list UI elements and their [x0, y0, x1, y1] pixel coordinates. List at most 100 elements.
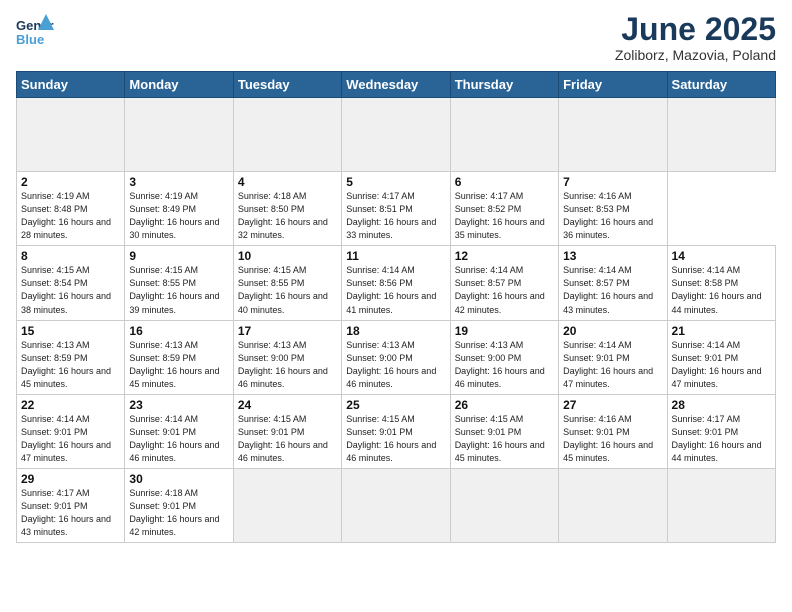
table-row — [233, 468, 341, 542]
table-row: 21 Sunrise: 4:14 AMSunset: 9:01 PMDaylig… — [667, 320, 775, 394]
table-row: 2 Sunrise: 4:19 AMSunset: 8:48 PMDayligh… — [17, 172, 125, 246]
day-number: 24 — [238, 398, 337, 412]
table-row: 12 Sunrise: 4:14 AMSunset: 8:57 PMDaylig… — [450, 246, 558, 320]
day-number: 3 — [129, 175, 228, 189]
table-row: 8 Sunrise: 4:15 AMSunset: 8:54 PMDayligh… — [17, 246, 125, 320]
col-saturday: Saturday — [667, 72, 775, 98]
title-block: June 2025 Zoliborz, Mazovia, Poland — [615, 12, 776, 63]
day-number: 20 — [563, 324, 662, 338]
table-row — [342, 98, 450, 172]
day-number: 9 — [129, 249, 228, 263]
table-row — [342, 468, 450, 542]
calendar-header-row: Sunday Monday Tuesday Wednesday Thursday… — [17, 72, 776, 98]
table-row: 17 Sunrise: 4:13 AMSunset: 9:00 PMDaylig… — [233, 320, 341, 394]
table-row: 9 Sunrise: 4:15 AMSunset: 8:55 PMDayligh… — [125, 246, 233, 320]
calendar-week-row: 15 Sunrise: 4:13 AMSunset: 8:59 PMDaylig… — [17, 320, 776, 394]
day-info: Sunrise: 4:15 AMSunset: 8:55 PMDaylight:… — [129, 264, 228, 316]
day-number: 12 — [455, 249, 554, 263]
day-number: 8 — [21, 249, 120, 263]
table-row: 19 Sunrise: 4:13 AMSunset: 9:00 PMDaylig… — [450, 320, 558, 394]
col-monday: Monday — [125, 72, 233, 98]
day-number: 15 — [21, 324, 120, 338]
col-wednesday: Wednesday — [342, 72, 450, 98]
table-row: 25 Sunrise: 4:15 AMSunset: 9:01 PMDaylig… — [342, 394, 450, 468]
day-info: Sunrise: 4:19 AMSunset: 8:49 PMDaylight:… — [129, 190, 228, 242]
table-row — [233, 98, 341, 172]
table-row: 6 Sunrise: 4:17 AMSunset: 8:52 PMDayligh… — [450, 172, 558, 246]
logo-icon: General Blue — [16, 12, 54, 50]
table-row: 3 Sunrise: 4:19 AMSunset: 8:49 PMDayligh… — [125, 172, 233, 246]
table-row — [559, 98, 667, 172]
day-number: 29 — [21, 472, 120, 486]
day-number: 27 — [563, 398, 662, 412]
calendar-week-row: 8 Sunrise: 4:15 AMSunset: 8:54 PMDayligh… — [17, 246, 776, 320]
day-info: Sunrise: 4:17 AMSunset: 9:01 PMDaylight:… — [672, 413, 771, 465]
table-row — [17, 98, 125, 172]
day-number: 25 — [346, 398, 445, 412]
header: General Blue June 2025 Zoliborz, Mazovia… — [16, 12, 776, 63]
day-number: 11 — [346, 249, 445, 263]
table-row: 7 Sunrise: 4:16 AMSunset: 8:53 PMDayligh… — [559, 172, 667, 246]
day-number: 4 — [238, 175, 337, 189]
table-row: 15 Sunrise: 4:13 AMSunset: 8:59 PMDaylig… — [17, 320, 125, 394]
table-row: 14 Sunrise: 4:14 AMSunset: 8:58 PMDaylig… — [667, 246, 775, 320]
day-number: 6 — [455, 175, 554, 189]
table-row: 22 Sunrise: 4:14 AMSunset: 9:01 PMDaylig… — [17, 394, 125, 468]
table-row: 26 Sunrise: 4:15 AMSunset: 9:01 PMDaylig… — [450, 394, 558, 468]
day-number: 21 — [672, 324, 771, 338]
main-title: June 2025 — [615, 12, 776, 47]
table-row — [450, 98, 558, 172]
calendar-week-row: 2 Sunrise: 4:19 AMSunset: 8:48 PMDayligh… — [17, 172, 776, 246]
table-row: 20 Sunrise: 4:14 AMSunset: 9:01 PMDaylig… — [559, 320, 667, 394]
table-row: 11 Sunrise: 4:14 AMSunset: 8:56 PMDaylig… — [342, 246, 450, 320]
table-row — [667, 468, 775, 542]
calendar-week-row — [17, 98, 776, 172]
day-number: 5 — [346, 175, 445, 189]
day-number: 22 — [21, 398, 120, 412]
table-row — [667, 98, 775, 172]
day-info: Sunrise: 4:15 AMSunset: 8:55 PMDaylight:… — [238, 264, 337, 316]
day-info: Sunrise: 4:14 AMSunset: 9:01 PMDaylight:… — [563, 339, 662, 391]
day-number: 18 — [346, 324, 445, 338]
day-info: Sunrise: 4:17 AMSunset: 8:51 PMDaylight:… — [346, 190, 445, 242]
logo: General Blue — [16, 12, 54, 50]
day-info: Sunrise: 4:14 AMSunset: 8:56 PMDaylight:… — [346, 264, 445, 316]
table-row: 5 Sunrise: 4:17 AMSunset: 8:51 PMDayligh… — [342, 172, 450, 246]
day-number: 17 — [238, 324, 337, 338]
table-row — [559, 468, 667, 542]
day-info: Sunrise: 4:15 AMSunset: 9:01 PMDaylight:… — [238, 413, 337, 465]
table-row — [450, 468, 558, 542]
day-info: Sunrise: 4:14 AMSunset: 9:01 PMDaylight:… — [129, 413, 228, 465]
day-info: Sunrise: 4:14 AMSunset: 9:01 PMDaylight:… — [672, 339, 771, 391]
col-friday: Friday — [559, 72, 667, 98]
day-info: Sunrise: 4:15 AMSunset: 9:01 PMDaylight:… — [455, 413, 554, 465]
calendar-week-row: 29 Sunrise: 4:17 AMSunset: 9:01 PMDaylig… — [17, 468, 776, 542]
table-row: 30 Sunrise: 4:18 AMSunset: 9:01 PMDaylig… — [125, 468, 233, 542]
table-row: 23 Sunrise: 4:14 AMSunset: 9:01 PMDaylig… — [125, 394, 233, 468]
day-info: Sunrise: 4:17 AMSunset: 8:52 PMDaylight:… — [455, 190, 554, 242]
svg-text:Blue: Blue — [16, 32, 44, 47]
calendar-table: Sunday Monday Tuesday Wednesday Thursday… — [16, 71, 776, 543]
day-number: 14 — [672, 249, 771, 263]
table-row: 29 Sunrise: 4:17 AMSunset: 9:01 PMDaylig… — [17, 468, 125, 542]
table-row: 16 Sunrise: 4:13 AMSunset: 8:59 PMDaylig… — [125, 320, 233, 394]
day-info: Sunrise: 4:13 AMSunset: 9:00 PMDaylight:… — [238, 339, 337, 391]
page: General Blue June 2025 Zoliborz, Mazovia… — [0, 0, 792, 612]
day-info: Sunrise: 4:15 AMSunset: 8:54 PMDaylight:… — [21, 264, 120, 316]
day-info: Sunrise: 4:14 AMSunset: 8:57 PMDaylight:… — [563, 264, 662, 316]
day-info: Sunrise: 4:15 AMSunset: 9:01 PMDaylight:… — [346, 413, 445, 465]
calendar-week-row: 22 Sunrise: 4:14 AMSunset: 9:01 PMDaylig… — [17, 394, 776, 468]
day-info: Sunrise: 4:14 AMSunset: 8:57 PMDaylight:… — [455, 264, 554, 316]
table-row: 13 Sunrise: 4:14 AMSunset: 8:57 PMDaylig… — [559, 246, 667, 320]
day-info: Sunrise: 4:13 AMSunset: 9:00 PMDaylight:… — [455, 339, 554, 391]
table-row: 18 Sunrise: 4:13 AMSunset: 9:00 PMDaylig… — [342, 320, 450, 394]
day-info: Sunrise: 4:16 AMSunset: 8:53 PMDaylight:… — [563, 190, 662, 242]
col-sunday: Sunday — [17, 72, 125, 98]
day-info: Sunrise: 4:13 AMSunset: 9:00 PMDaylight:… — [346, 339, 445, 391]
table-row: 27 Sunrise: 4:16 AMSunset: 9:01 PMDaylig… — [559, 394, 667, 468]
day-number: 16 — [129, 324, 228, 338]
day-number: 7 — [563, 175, 662, 189]
day-number: 28 — [672, 398, 771, 412]
subtitle: Zoliborz, Mazovia, Poland — [615, 47, 776, 63]
table-row — [125, 98, 233, 172]
